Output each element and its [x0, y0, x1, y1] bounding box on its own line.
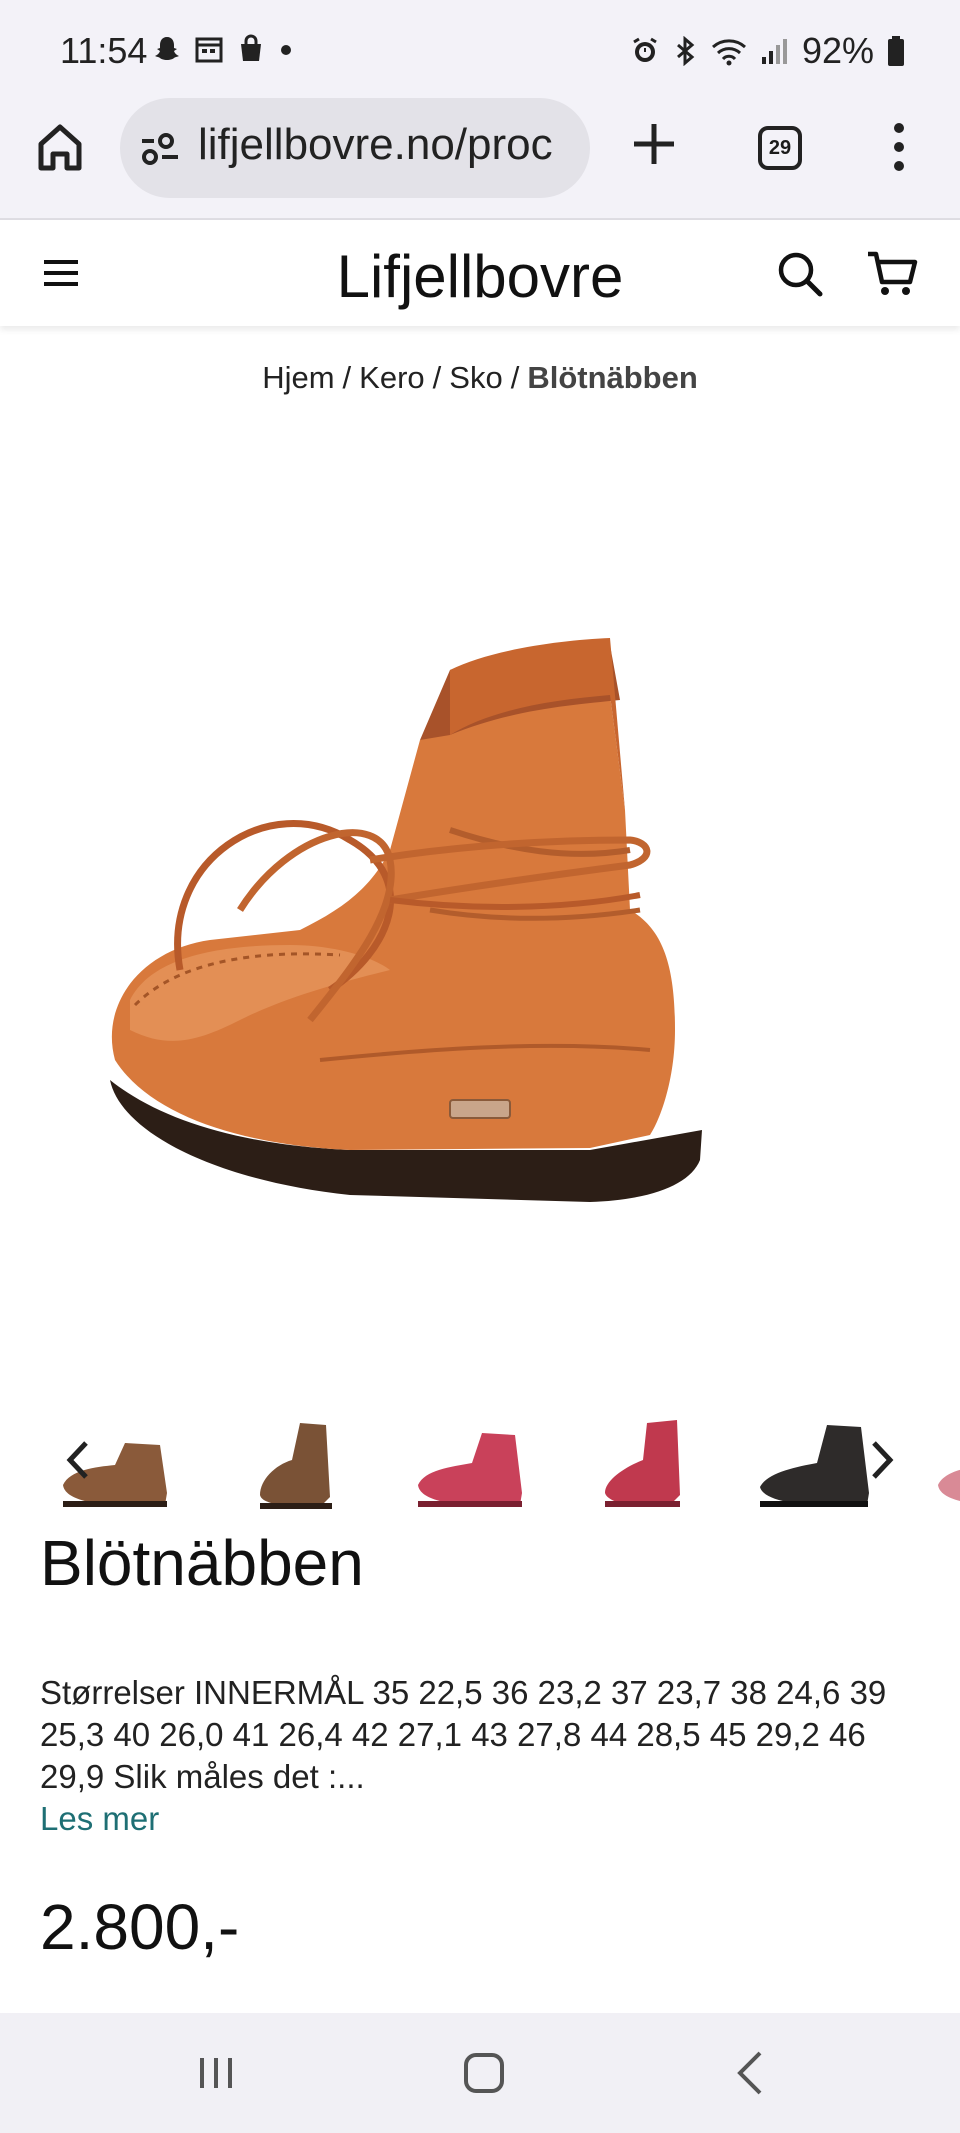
dot-icon: [281, 45, 291, 55]
calendar-icon: [195, 37, 223, 63]
product-description: Størrelser INNERMÅL 35 22,5 36 23,2 37 2…: [40, 1674, 887, 1795]
breadcrumb-separator: /: [510, 360, 520, 395]
tab-count: 29: [768, 136, 792, 159]
breadcrumb-kero[interactable]: Kero: [359, 360, 424, 395]
alarm-icon: [633, 37, 657, 62]
product-title: Blötnäbben: [40, 1527, 364, 1599]
breadcrumb-separator: /: [432, 360, 442, 395]
snapchat-icon: [155, 37, 179, 60]
more-menu-icon[interactable]: [892, 122, 906, 172]
breadcrumb-separator: /: [342, 360, 352, 395]
address-bar[interactable]: lifjellbovre.no/proc: [120, 98, 590, 198]
shopping-bag-icon: [241, 34, 261, 61]
battery-icon: [888, 36, 904, 66]
thumbnail[interactable]: [410, 1405, 530, 1515]
back-icon[interactable]: [722, 2043, 782, 2103]
cart-icon[interactable]: [866, 250, 918, 298]
thumbnail[interactable]: [230, 1405, 350, 1515]
chevron-right-icon[interactable]: [862, 1435, 902, 1485]
product-price: 2.800,-: [40, 1891, 240, 1963]
bluetooth-icon: [676, 36, 695, 66]
product-main-image[interactable]: [90, 610, 850, 1250]
battery-percent: 92%: [801, 30, 874, 71]
system-navigation-bar: [0, 2013, 960, 2133]
thumbnail[interactable]: [930, 1405, 960, 1515]
wifi-icon: [711, 39, 746, 66]
thumbnail[interactable]: [755, 1405, 875, 1515]
thumbnail[interactable]: [585, 1405, 705, 1515]
home-nav-icon[interactable]: [454, 2043, 514, 2103]
breadcrumb-home[interactable]: Hjem: [262, 360, 334, 395]
browser-toolbar: lifjellbovre.no/proc 29: [0, 98, 960, 220]
chevron-left-icon[interactable]: [58, 1435, 98, 1485]
breadcrumb: Hjem / Kero / Sko / Blötnäbben: [0, 360, 960, 396]
site-header: Lifjellbovre: [0, 220, 960, 326]
breadcrumb-sko[interactable]: Sko: [449, 360, 502, 395]
status-right-icons: 92%: [630, 30, 906, 72]
search-icon[interactable]: [776, 250, 824, 298]
tab-switcher-button[interactable]: 29: [758, 126, 802, 170]
recent-apps-icon[interactable]: [186, 2043, 246, 2103]
thumbnail-carousel: [0, 1395, 960, 1525]
url-text[interactable]: lifjellbovre.no/proc: [198, 120, 553, 170]
signal-icon: [761, 39, 787, 64]
site-settings-icon[interactable]: [140, 132, 180, 166]
status-bar: 11:54 92%: [0, 0, 960, 98]
home-icon[interactable]: [36, 122, 84, 172]
status-left-icons: [152, 34, 294, 64]
new-tab-icon[interactable]: [630, 120, 678, 168]
status-time: 11:54: [60, 30, 148, 71]
breadcrumb-current: Blötnäbben: [527, 360, 698, 395]
read-more-link[interactable]: Les mer: [40, 1800, 159, 1838]
